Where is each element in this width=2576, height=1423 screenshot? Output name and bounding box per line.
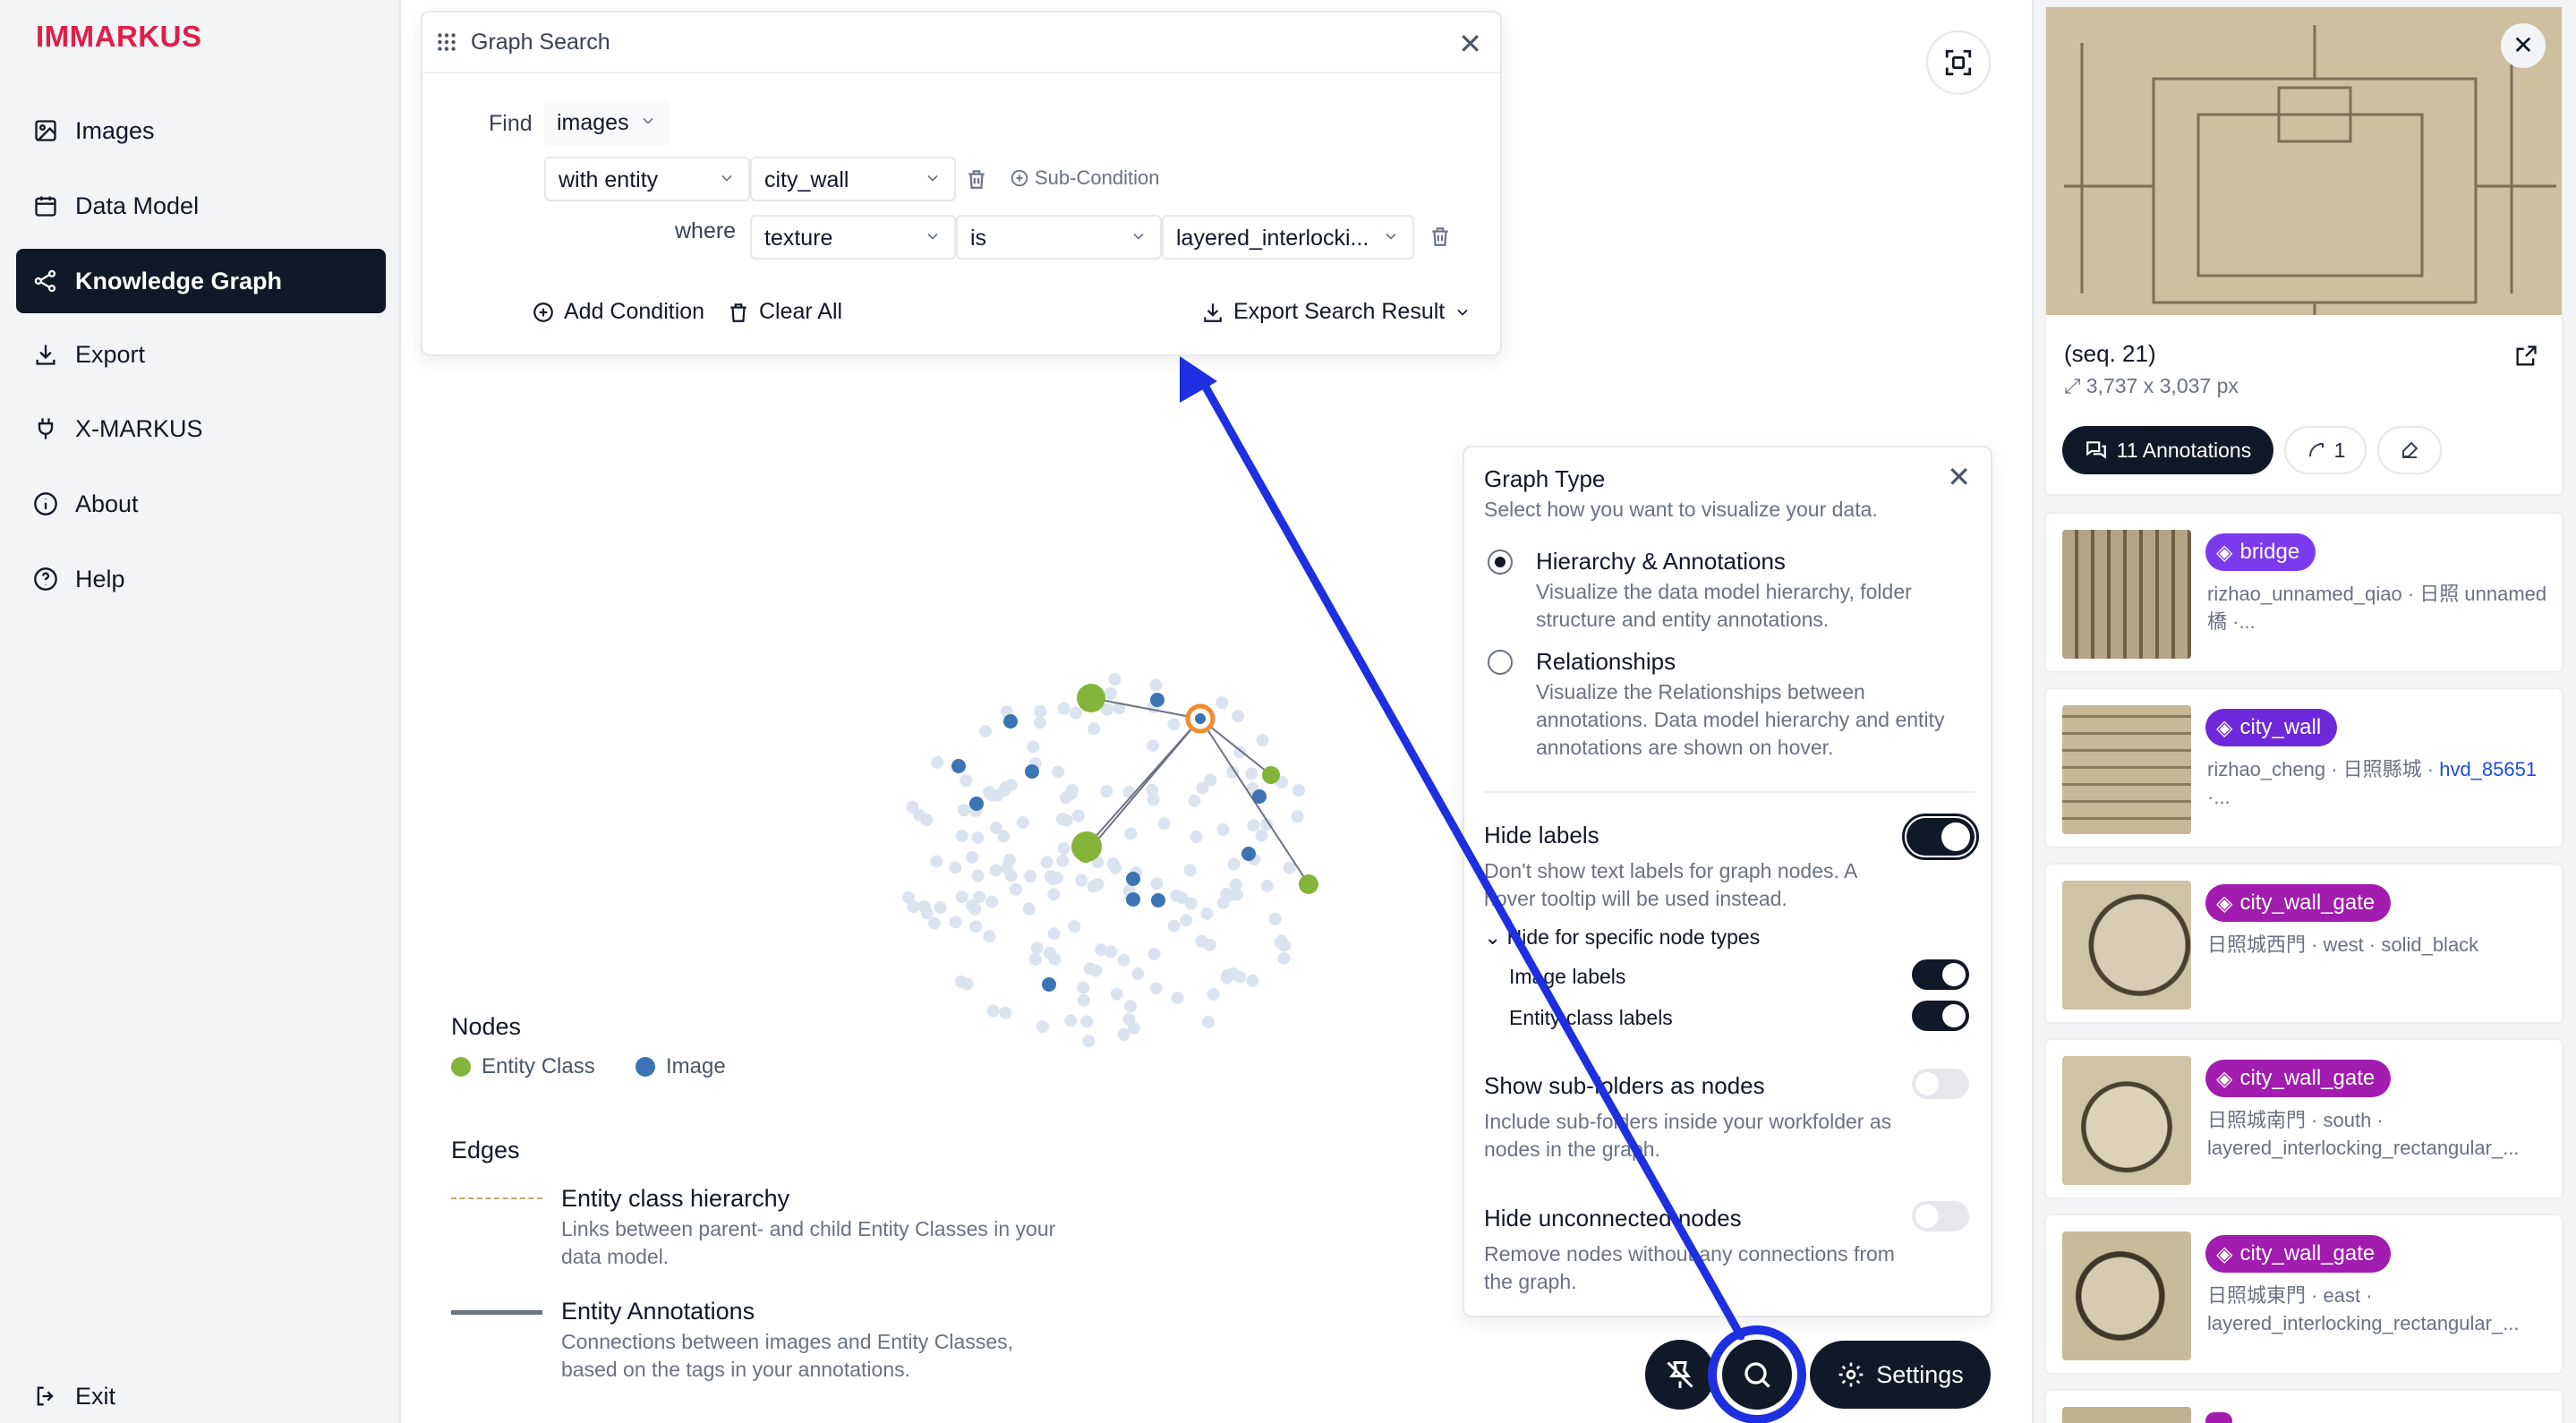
annotation-thumbnail bbox=[2062, 1407, 2191, 1423]
annotation-card[interactable]: ◈ city_wall rizhao_cheng · 日照縣城 · hvd_856… bbox=[2044, 687, 2563, 848]
annotations-tab-label: 11 Annotations bbox=[2116, 438, 2252, 462]
image-dimensions: ⤢ 3,737 x 3,037 px bbox=[2064, 374, 2239, 397]
external-link-icon[interactable] bbox=[2513, 344, 2538, 369]
annotation-meta-text: rizhao_cheng · 日照縣城 · bbox=[2207, 758, 2440, 780]
annotation-meta: 日照城南門 · south · layered_interlocking_rec… bbox=[2207, 1109, 2520, 1159]
entity-tag[interactable]: ◈ city_wall_gate bbox=[2205, 1060, 2392, 1097]
close-icon[interactable]: ✕ bbox=[2501, 23, 2546, 68]
entity-tag[interactable] bbox=[2205, 1412, 2232, 1423]
annotation-meta: 日照城西門 · west · solid_black bbox=[2207, 933, 2479, 956]
annotation-thumbnail bbox=[2062, 881, 2191, 1010]
annotation-card[interactable]: ◈ city_wall_gate 日照城東門 · east · layered_i… bbox=[2044, 1214, 2563, 1375]
highlight-circle bbox=[1708, 1325, 1806, 1423]
annotation-meta: 日照城東門 · east · layered_interlocking_rect… bbox=[2207, 1284, 2520, 1334]
entity-tag-label: city_wall_gate bbox=[2239, 1066, 2376, 1090]
annotation-card[interactable]: ◈ city_wall_gate 日照城南門 · south · layered_… bbox=[2044, 1038, 2563, 1199]
annotation-card[interactable]: ◈ city_wall_gate 日照城西門 · west · solid_bla… bbox=[2044, 863, 2563, 1024]
annotation-link[interactable]: hvd_85651 bbox=[2439, 758, 2537, 780]
annotations-tab[interactable]: 11 Annotations bbox=[2062, 426, 2273, 474]
entity-tag-label: city_wall bbox=[2239, 715, 2322, 739]
image-preview[interactable] bbox=[2046, 7, 2562, 315]
tag-icon: ◈ bbox=[2216, 1241, 2233, 1266]
entity-tag-label: bridge bbox=[2239, 540, 2300, 564]
tag-icon: ◈ bbox=[2216, 1066, 2233, 1091]
entity-tag[interactable]: ◈ city_wall_gate bbox=[2205, 1235, 2392, 1273]
image-title: (seq. 21) bbox=[2064, 340, 2156, 367]
tag-icon: ◈ bbox=[2216, 540, 2233, 565]
annotation-thumbnail bbox=[2062, 1231, 2191, 1360]
comments-icon bbox=[2086, 441, 2106, 459]
annotation-card[interactable] bbox=[2044, 1389, 2563, 1423]
entity-tag[interactable]: ◈ city_wall_gate bbox=[2205, 884, 2392, 922]
relations-count: 1 bbox=[2333, 438, 2346, 462]
relation-icon bbox=[2308, 443, 2324, 457]
edit-tab[interactable] bbox=[2377, 426, 2442, 474]
entity-tag[interactable]: ◈ city_wall bbox=[2205, 709, 2338, 746]
entity-tag-label: city_wall_gate bbox=[2239, 1241, 2376, 1265]
edit-icon bbox=[2402, 441, 2418, 458]
annotation-thumbnail bbox=[2062, 705, 2191, 834]
highlight-arrow-line bbox=[1195, 371, 1745, 1341]
annotation-meta-suffix: ·... bbox=[2207, 786, 2231, 808]
annotation-thumbnail bbox=[2062, 530, 2191, 659]
annotation-card[interactable]: ◈ bridge rizhao_unnamed_qiao · 日照 unnamed… bbox=[2044, 512, 2563, 673]
image-dimensions-value: 3,737 x 3,037 px bbox=[2086, 374, 2239, 397]
relations-tab[interactable]: 1 bbox=[2284, 426, 2367, 474]
tag-icon: ◈ bbox=[2216, 890, 2233, 916]
annotation-meta: rizhao_unnamed_qiao · 日照 unnamed橋 ·... bbox=[2207, 583, 2547, 633]
tag-icon: ◈ bbox=[2216, 715, 2233, 740]
entity-tag[interactable]: ◈ bridge bbox=[2205, 533, 2316, 571]
entity-tag-label: city_wall_gate bbox=[2239, 890, 2376, 915]
annotation-thumbnail bbox=[2062, 1056, 2191, 1185]
image-card: ✕ (seq. 21) ⤢ 3,737 x 3,037 px 11 Annota… bbox=[2044, 5, 2563, 496]
annotation-meta: rizhao_cheng · 日照縣城 · hvd_85651 ·... bbox=[2207, 755, 2553, 811]
